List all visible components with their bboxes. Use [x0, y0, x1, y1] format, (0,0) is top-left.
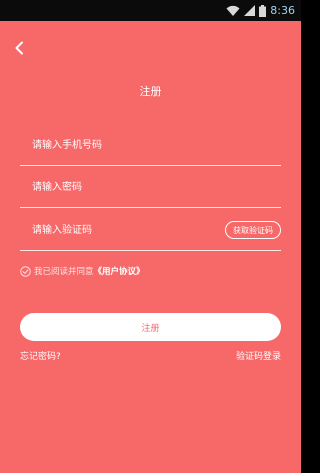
chevron-left-icon [15, 41, 23, 55]
register-screen: 8:36 注册 获取验证码 我已阅读并同意 《用户协议》 注册 忘记密码? 验证… [0, 0, 301, 473]
status-bar: 8:36 [0, 0, 301, 21]
checkbox-checked-icon[interactable] [20, 265, 31, 277]
verification-code-field: 获取验证码 [20, 209, 281, 251]
phone-input[interactable] [32, 136, 212, 154]
register-button[interactable]: 注册 [20, 313, 281, 341]
user-agreement-link[interactable]: 《用户协议》 [94, 265, 145, 277]
verification-code-input[interactable] [32, 221, 212, 239]
forgot-password-link[interactable]: 忘记密码? [20, 350, 61, 364]
page-title: 注册 [139, 85, 162, 98]
sms-login-link[interactable]: 验证码登录 [236, 350, 281, 364]
status-icons: 8:36 [226, 3, 295, 18]
password-field [20, 166, 281, 208]
phone-field [20, 124, 281, 166]
back-button[interactable] [9, 38, 29, 58]
agreement-text: 我已阅读并同意 [34, 267, 94, 277]
signal-icon [244, 5, 256, 16]
status-time: 8:36 [270, 4, 295, 17]
battery-icon [259, 4, 267, 17]
wifi-icon [226, 5, 240, 16]
password-input[interactable] [32, 178, 212, 196]
get-code-button[interactable]: 获取验证码 [225, 221, 281, 239]
agreement-row: 我已阅读并同意 《用户协议》 [20, 264, 145, 278]
